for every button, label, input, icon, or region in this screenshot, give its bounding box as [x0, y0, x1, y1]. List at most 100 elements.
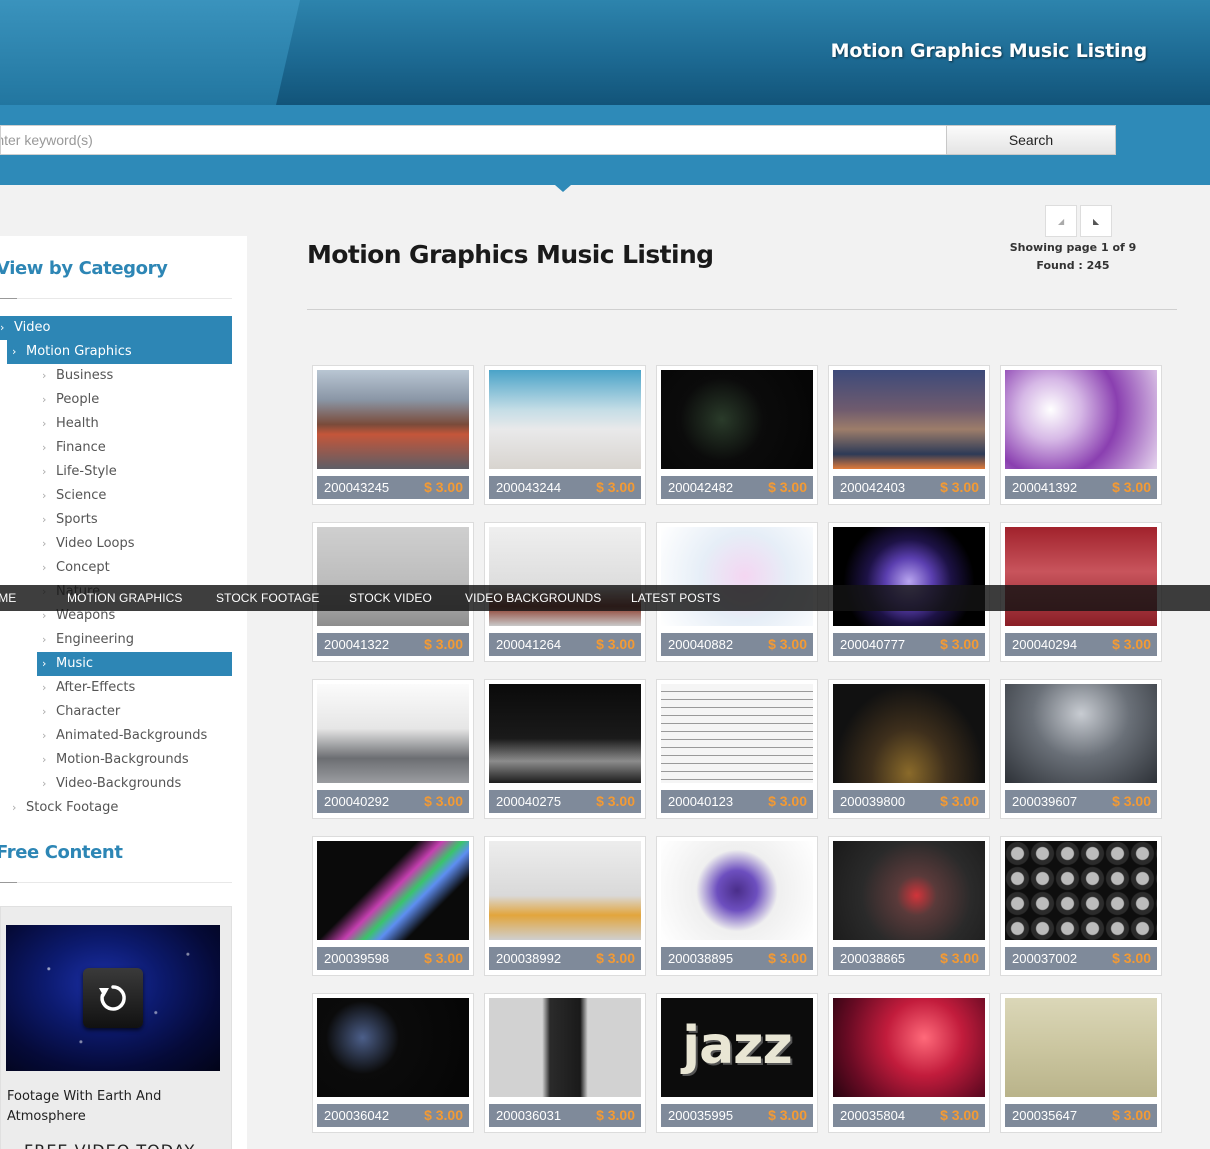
product-card[interactable]: 200038865 $ 3.00: [828, 836, 990, 976]
product-id[interactable]: 200040294: [1012, 637, 1077, 652]
product-thumbnail[interactable]: [489, 998, 641, 1097]
product-id[interactable]: 200035995: [668, 1108, 733, 1123]
product-thumbnail[interactable]: [833, 370, 985, 469]
product-thumbnail[interactable]: [317, 841, 469, 940]
product-card[interactable]: 200038895 $ 3.00: [656, 836, 818, 976]
category-item[interactable]: › Character: [37, 700, 232, 724]
free-video-thumbnail[interactable]: [6, 925, 220, 1071]
product-id[interactable]: 200039800: [840, 794, 905, 809]
free-video-caption[interactable]: Footage With Earth And Atmosphere: [7, 1087, 207, 1127]
product-card[interactable]: 200039598 $ 3.00: [312, 836, 474, 976]
product-thumbnail[interactable]: [833, 684, 985, 783]
product-card[interactable]: 200038992 $ 3.00: [484, 836, 646, 976]
product-card[interactable]: 200040275 $ 3.00: [484, 679, 646, 819]
search-input[interactable]: [0, 125, 947, 155]
product-thumbnail[interactable]: [1005, 527, 1157, 626]
product-thumbnail[interactable]: [317, 684, 469, 783]
product-id[interactable]: 200040777: [840, 637, 905, 652]
product-card[interactable]: 200035647 $ 3.00: [1000, 993, 1162, 1133]
product-card[interactable]: 200036042 $ 3.00: [312, 993, 474, 1133]
category-item[interactable]: › Life-Style: [37, 460, 232, 484]
category-item[interactable]: › Sports: [37, 508, 232, 532]
product-id[interactable]: 200042482: [668, 480, 733, 495]
search-button[interactable]: Search: [946, 125, 1116, 155]
category-item[interactable]: › Animated-Backgrounds: [37, 724, 232, 748]
product-id[interactable]: 200043244: [496, 480, 561, 495]
category-item[interactable]: › Engineering: [37, 628, 232, 652]
product-id[interactable]: 200038895: [668, 951, 733, 966]
product-id[interactable]: 200037002: [1012, 951, 1077, 966]
nav-link[interactable]: STOCK FOOTAGE: [216, 591, 320, 605]
product-id[interactable]: 200040123: [668, 794, 733, 809]
product-card[interactable]: 200042403 $ 3.00: [828, 365, 990, 505]
category-item[interactable]: › Motion-Backgrounds: [37, 748, 232, 772]
product-id[interactable]: 200039607: [1012, 794, 1077, 809]
category-item[interactable]: › Video Loops: [37, 532, 232, 556]
product-id[interactable]: 200041322: [324, 637, 389, 652]
product-thumbnail[interactable]: [1005, 998, 1157, 1097]
category-item[interactable]: › After-Effects: [37, 676, 232, 700]
next-page-button[interactable]: ◣: [1080, 205, 1112, 237]
product-id[interactable]: 200041392: [1012, 480, 1077, 495]
product-card[interactable]: 200035804 $ 3.00: [828, 993, 990, 1133]
product-id[interactable]: 200041264: [496, 637, 561, 652]
product-id[interactable]: 200040882: [668, 637, 733, 652]
product-id[interactable]: 200042403: [840, 480, 905, 495]
category-item[interactable]: › Concept: [37, 556, 232, 580]
product-thumbnail[interactable]: [1005, 370, 1157, 469]
product-thumbnail[interactable]: [489, 527, 641, 626]
product-thumbnail[interactable]: [661, 527, 813, 626]
product-thumbnail[interactable]: [489, 684, 641, 783]
product-card[interactable]: 200043244 $ 3.00: [484, 365, 646, 505]
product-thumbnail[interactable]: [317, 998, 469, 1097]
product-id[interactable]: 200036042: [324, 1108, 389, 1123]
nav-link[interactable]: STOCK VIDEO: [349, 591, 432, 605]
product-thumbnail[interactable]: [317, 370, 469, 469]
product-card[interactable]: 200039607 $ 3.00: [1000, 679, 1162, 819]
product-id[interactable]: 200038992: [496, 951, 561, 966]
product-card[interactable]: 200040123 $ 3.00: [656, 679, 818, 819]
product-thumbnail[interactable]: [489, 841, 641, 940]
product-id[interactable]: 200039598: [324, 951, 389, 966]
product-card[interactable]: 200037002 $ 3.00: [1000, 836, 1162, 976]
product-id[interactable]: 200040292: [324, 794, 389, 809]
category-item[interactable]: › Finance: [37, 436, 232, 460]
product-thumbnail[interactable]: jazz: [661, 998, 813, 1097]
product-thumbnail[interactable]: [489, 370, 641, 469]
product-card[interactable]: 200040292 $ 3.00: [312, 679, 474, 819]
prev-page-button[interactable]: ◢: [1045, 205, 1077, 237]
product-thumbnail[interactable]: [833, 841, 985, 940]
product-card[interactable]: 200042482 $ 3.00: [656, 365, 818, 505]
category-item[interactable]: › Music: [37, 652, 232, 676]
category-item[interactable]: › Science: [37, 484, 232, 508]
product-card[interactable]: 200041392 $ 3.00: [1000, 365, 1162, 505]
product-id[interactable]: 200038865: [840, 951, 905, 966]
product-id[interactable]: 200035804: [840, 1108, 905, 1123]
category-item[interactable]: › Video: [0, 316, 232, 340]
product-id[interactable]: 200036031: [496, 1108, 561, 1123]
category-item[interactable]: › Stock Footage: [7, 796, 232, 820]
nav-link[interactable]: LATEST POSTS: [631, 591, 720, 605]
product-thumbnail[interactable]: [1005, 841, 1157, 940]
category-item[interactable]: › Health: [37, 412, 232, 436]
product-thumbnail[interactable]: [661, 841, 813, 940]
product-id[interactable]: 200040275: [496, 794, 561, 809]
product-thumbnail[interactable]: [1005, 684, 1157, 783]
category-item[interactable]: › Business: [37, 364, 232, 388]
product-thumbnail[interactable]: [833, 998, 985, 1097]
product-id[interactable]: 200043245: [324, 480, 389, 495]
category-item[interactable]: › Motion Graphics: [7, 340, 232, 364]
replay-button[interactable]: [83, 968, 143, 1028]
product-thumbnail[interactable]: [661, 684, 813, 783]
product-card[interactable]: 200043245 $ 3.00: [312, 365, 474, 505]
product-thumbnail[interactable]: [833, 527, 985, 626]
category-item[interactable]: › People: [37, 388, 232, 412]
free-content-card[interactable]: Footage With Earth And Atmosphere: [0, 906, 232, 1149]
product-thumbnail[interactable]: [317, 527, 469, 626]
product-card[interactable]: jazz 200035995 $ 3.00: [656, 993, 818, 1133]
nav-link[interactable]: VIDEO BACKGROUNDS: [465, 591, 601, 605]
product-card[interactable]: 200036031 $ 3.00: [484, 993, 646, 1133]
category-item[interactable]: › Video-Backgrounds: [37, 772, 232, 796]
product-id[interactable]: 200035647: [1012, 1108, 1077, 1123]
product-thumbnail[interactable]: [661, 370, 813, 469]
